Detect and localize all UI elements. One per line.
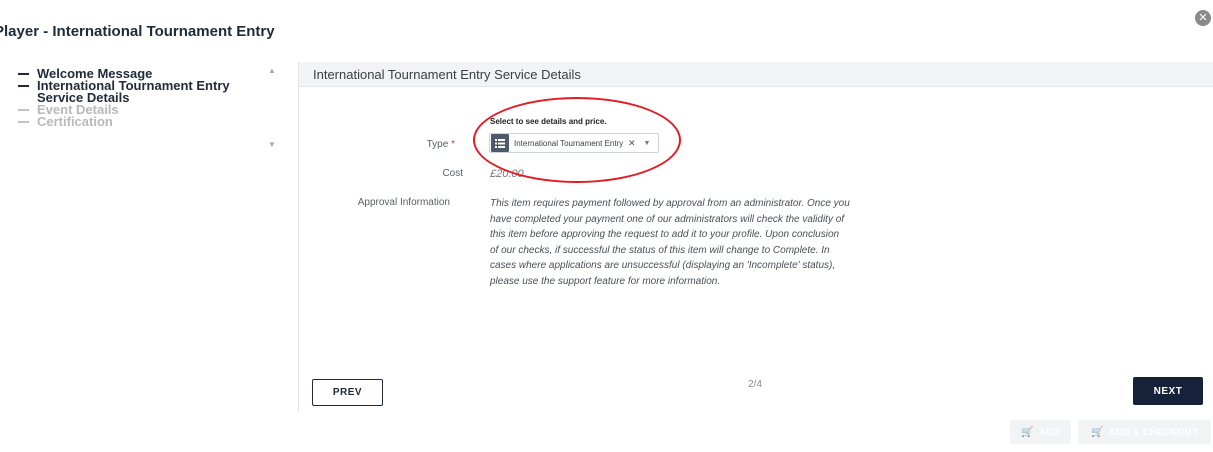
add-button[interactable]: 🛒 ADD — [1010, 420, 1071, 444]
step-certification[interactable]: Certification — [18, 114, 248, 129]
cost-value: £20.00 — [490, 168, 524, 180]
approval-text: This item requires payment followed by a… — [490, 198, 850, 287]
type-hint: Select to see details and price. — [490, 117, 607, 126]
dash-icon — [18, 73, 29, 75]
panel-divider — [298, 62, 299, 412]
step-list: Welcome Message International Tournament… — [18, 67, 248, 129]
add-checkout-button[interactable]: 🛒 ADD & CHECKOUT — [1078, 420, 1211, 444]
type-label-text: Type — [426, 139, 449, 150]
type-label: Type * — [305, 139, 455, 150]
scroll-down-icon[interactable]: ▼ — [268, 140, 276, 149]
dash-icon — [18, 85, 29, 87]
add-checkout-button-label: ADD & CHECKOUT — [1108, 427, 1198, 437]
add-button-label: ADD — [1038, 427, 1060, 437]
scroll-up-icon[interactable]: ▲ — [268, 66, 276, 75]
prev-button[interactable]: PREV — [312, 379, 383, 406]
type-select[interactable]: International Tournament Entry ✕ ▼ — [489, 133, 659, 153]
close-icon[interactable]: ✕ — [1195, 10, 1211, 26]
chevron-down-icon[interactable]: ▼ — [644, 140, 651, 147]
cart-icon: 🛒 — [1091, 426, 1104, 438]
step-service-details[interactable]: International Tournament Entry Service D… — [18, 78, 248, 105]
next-button[interactable]: NEXT — [1133, 377, 1203, 405]
page-indicator: 2/4 — [748, 379, 762, 390]
step-label: International Tournament Entry Service D… — [37, 78, 230, 105]
cost-label: Cost — [442, 168, 463, 179]
dash-icon — [18, 121, 29, 123]
approval-label: Approval Information — [357, 197, 450, 208]
cart-icon: 🛒 — [1021, 426, 1034, 438]
step-label: Certification — [37, 114, 113, 129]
required-mark: * — [451, 139, 455, 150]
modal-title: Player - International Tournament Entry — [0, 23, 275, 40]
type-select-value: International Tournament Entry — [514, 138, 624, 148]
section-header: International Tournament Entry Service D… — [299, 62, 1213, 87]
clear-icon[interactable]: ✕ — [628, 138, 636, 149]
dash-icon — [18, 109, 29, 111]
list-icon — [491, 134, 509, 152]
